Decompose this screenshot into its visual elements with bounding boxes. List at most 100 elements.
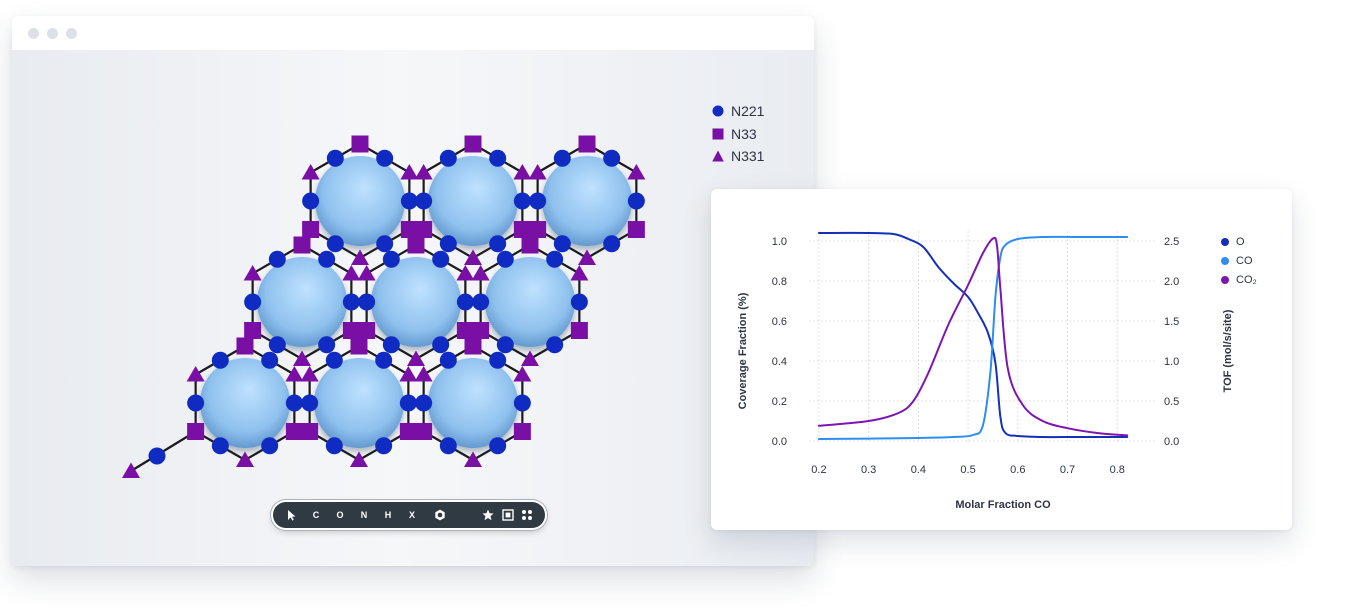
n221-node[interactable] (489, 351, 507, 369)
n221-node[interactable] (489, 149, 507, 167)
n221-node[interactable] (285, 394, 303, 412)
n33-node[interactable] (351, 135, 369, 153)
n331-node[interactable] (350, 451, 368, 468)
n331-node[interactable] (414, 366, 433, 382)
n331-node[interactable] (300, 366, 319, 382)
nitrogen-tool-button[interactable]: N (358, 502, 370, 528)
window-close-button[interactable] (28, 28, 39, 39)
n331-node[interactable] (414, 164, 433, 180)
n221-node[interactable] (326, 235, 344, 253)
carbon-tool-button[interactable]: C (310, 502, 322, 528)
n221-node[interactable] (439, 437, 457, 455)
favorites-button[interactable] (482, 502, 494, 528)
oxygen-tool-button[interactable]: O (334, 502, 346, 528)
n33-node[interactable] (415, 221, 433, 238)
n221-node[interactable] (489, 235, 507, 253)
n331-node[interactable] (456, 265, 475, 281)
n33-node[interactable] (521, 236, 539, 254)
n33-node[interactable] (570, 322, 588, 339)
n33-node[interactable] (350, 337, 368, 355)
n221-node[interactable] (318, 250, 336, 268)
pore-sphere[interactable] (315, 156, 405, 246)
n331-node[interactable] (513, 366, 532, 382)
n221-node[interactable] (603, 149, 621, 167)
frame-tool-button[interactable] (502, 502, 514, 528)
n221-node[interactable] (570, 293, 588, 311)
any-atom-tool-button[interactable]: X (406, 502, 418, 528)
n221-node[interactable] (244, 293, 262, 311)
n33-node[interactable] (244, 322, 262, 339)
pore-sphere[interactable] (428, 358, 518, 448)
n221-node[interactable] (261, 351, 279, 369)
n33-node[interactable] (302, 221, 320, 238)
n221-node[interactable] (342, 293, 360, 311)
pore-sphere[interactable] (542, 156, 632, 246)
n221-node[interactable] (325, 437, 343, 455)
n221-node[interactable] (489, 437, 507, 455)
n221-node[interactable] (375, 437, 393, 455)
n331-node[interactable] (627, 164, 646, 180)
n221-node[interactable] (439, 351, 457, 369)
pointer-tool-button[interactable] (285, 502, 297, 528)
n33-node[interactable] (293, 236, 311, 254)
n331-node[interactable] (357, 265, 376, 281)
n221-node[interactable] (496, 250, 514, 268)
n33-node[interactable] (301, 423, 319, 440)
n33-node[interactable] (513, 221, 531, 238)
n221-node[interactable] (415, 192, 433, 210)
n221-node[interactable] (496, 336, 514, 354)
n331-node[interactable] (186, 366, 205, 382)
molecule-canvas[interactable]: N221 N33 N331 C O N H X (12, 50, 814, 566)
n221-node[interactable] (432, 250, 450, 268)
n221-node[interactable] (358, 293, 376, 311)
n331-node[interactable] (521, 350, 539, 367)
n331-node[interactable] (464, 451, 482, 468)
n221-node[interactable] (456, 293, 474, 311)
n221-node[interactable] (439, 235, 457, 253)
n33-node[interactable] (358, 322, 376, 339)
ring-tool-button[interactable] (434, 502, 446, 528)
n221-node[interactable] (513, 192, 531, 210)
n221-node[interactable] (513, 394, 531, 412)
n33-node[interactable] (236, 337, 254, 355)
pore-sphere[interactable] (257, 257, 347, 347)
n33-node[interactable] (285, 423, 303, 440)
n221-node[interactable] (375, 351, 393, 369)
n331-node[interactable] (342, 265, 361, 281)
n221-node[interactable] (439, 149, 457, 167)
n221-node[interactable] (268, 336, 286, 354)
pore-sphere[interactable] (314, 358, 404, 448)
n221-node[interactable] (187, 394, 205, 412)
n221-node[interactable] (318, 336, 336, 354)
n331-node[interactable] (570, 265, 589, 281)
n221-node[interactable] (603, 235, 621, 253)
n221-node[interactable] (553, 149, 571, 167)
window-minimize-button[interactable] (47, 28, 58, 39)
n331-node[interactable] (471, 265, 490, 281)
n331-node[interactable] (400, 164, 419, 180)
n331-node[interactable] (285, 366, 304, 382)
n331-node[interactable] (464, 249, 482, 266)
n331-node[interactable] (351, 249, 369, 266)
n33-node[interactable] (342, 322, 360, 339)
n33-node[interactable] (464, 135, 482, 153)
n221-node[interactable] (546, 336, 564, 354)
n221-node[interactable] (472, 293, 490, 311)
n221-node[interactable] (301, 394, 319, 412)
n331-node[interactable] (399, 366, 418, 382)
n221-node[interactable] (399, 394, 417, 412)
n221-node[interactable] (302, 192, 320, 210)
n33-node[interactable] (513, 423, 531, 440)
pore-sphere[interactable] (428, 156, 518, 246)
pore-sphere[interactable] (485, 257, 575, 347)
n331-node[interactable] (236, 451, 254, 468)
n221-node[interactable] (261, 437, 279, 455)
n331-node[interactable] (243, 265, 262, 281)
n221-node[interactable] (546, 250, 564, 268)
more-tools-button[interactable] (521, 502, 533, 528)
n33-node[interactable] (464, 337, 482, 355)
pore-sphere[interactable] (200, 358, 290, 448)
pore-sphere[interactable] (371, 257, 461, 347)
n331-node[interactable] (122, 462, 140, 479)
n331-node[interactable] (407, 350, 425, 367)
